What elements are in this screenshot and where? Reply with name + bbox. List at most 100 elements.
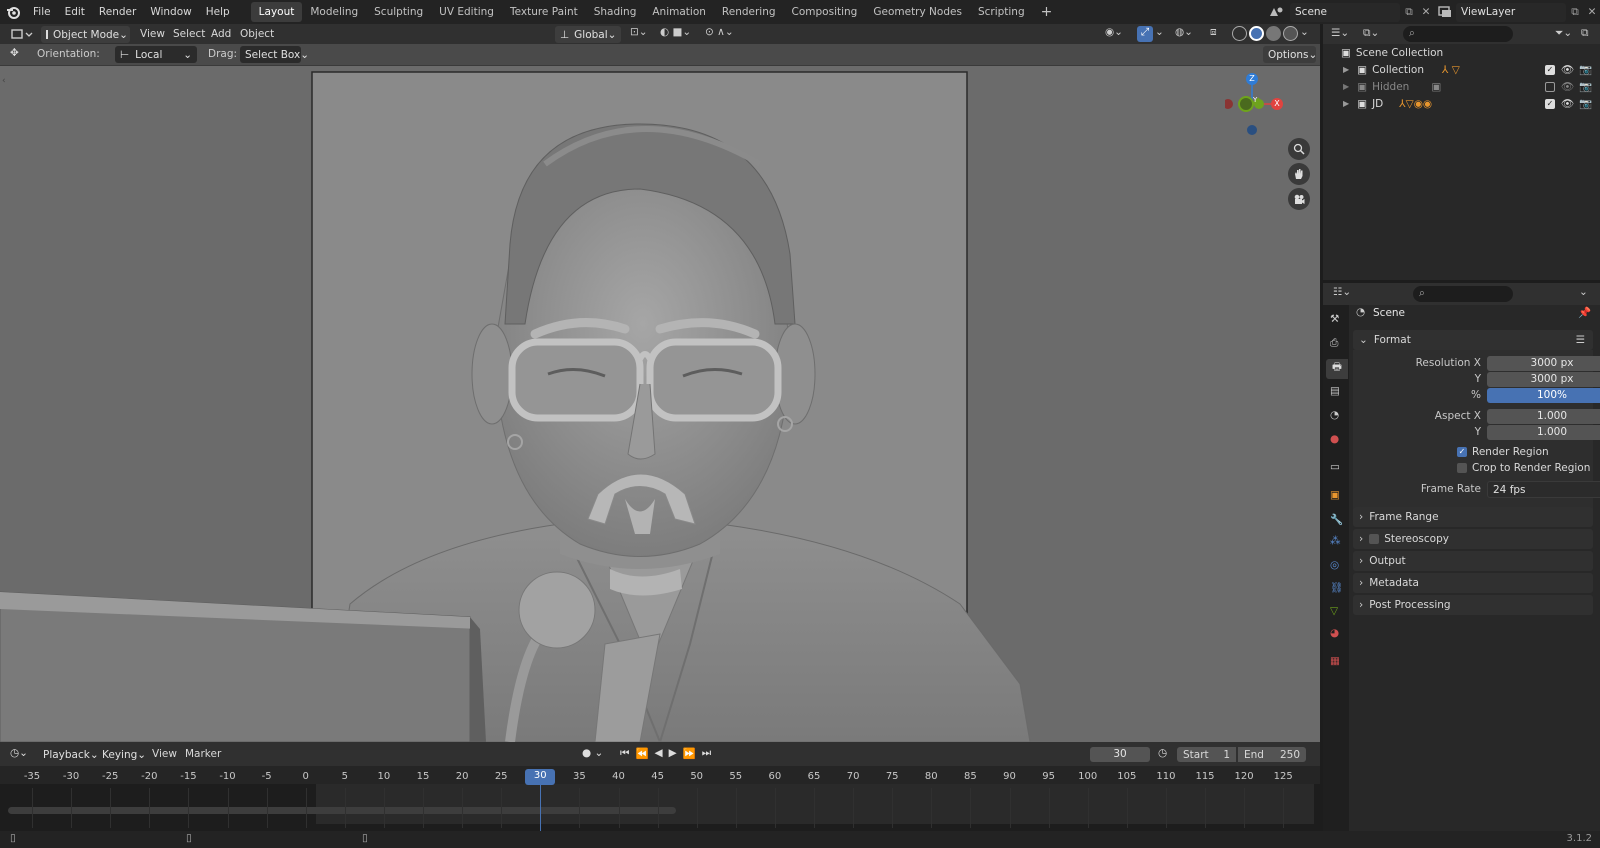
rendered-shading-icon[interactable] <box>1283 26 1298 41</box>
gizmo-x-label[interactable]: X <box>1271 98 1283 110</box>
panel-metadata[interactable]: › Metadata <box>1353 573 1593 593</box>
editor-type-3d-icon[interactable] <box>8 26 36 42</box>
gizmo-z-label[interactable]: Z <box>1246 73 1258 85</box>
outliner-item-collection[interactable]: ▶ ▣ Collection ⅄ ▽ ✓ 👁 📷 <box>1323 61 1600 78</box>
blender-logo-icon[interactable] <box>0 0 26 24</box>
tab-shading[interactable]: Shading <box>586 2 645 22</box>
gizmo-dropdown-icon[interactable]: ⌄ <box>1155 26 1164 38</box>
mode-dropdown[interactable]: Object Mode ⌄ <box>41 26 130 43</box>
panel-output[interactable]: › Output <box>1353 551 1593 571</box>
play-reverse-icon[interactable]: ◀ <box>655 747 663 760</box>
aspect-y-field[interactable]: 1.000 <box>1487 425 1600 440</box>
exclude-checkbox[interactable]: ✓ <box>1545 64 1555 75</box>
menu-add[interactable]: Add <box>211 24 231 44</box>
close-icon[interactable]: ✕ <box>1418 6 1434 18</box>
gizmo-toggle-icon[interactable]: ⤢ <box>1137 26 1153 42</box>
object-tab-icon[interactable]: ▣ <box>1330 489 1340 501</box>
jump-start-icon[interactable]: ⏮ <box>620 747 629 760</box>
render-camera-icon[interactable]: 📷 <box>1579 97 1592 110</box>
tool-tab-icon[interactable]: ⚒ <box>1330 313 1339 325</box>
menu-file[interactable]: File <box>26 0 58 24</box>
stereoscopy-checkbox[interactable] <box>1369 534 1380 544</box>
tab-sculpting[interactable]: Sculpting <box>366 2 431 22</box>
current-frame-field[interactable]: 30 <box>1090 747 1150 762</box>
play-icon[interactable]: ▶ <box>669 747 677 760</box>
proportional-edit-icon[interactable]: ⊙ ∧⌄ <box>705 26 734 38</box>
tab-texture-paint[interactable]: Texture Paint <box>502 2 586 22</box>
display-mode-icon[interactable]: ⧉⌄ <box>1363 27 1379 40</box>
pivot-icon[interactable]: ⊡⌄ <box>630 26 648 38</box>
menu-view[interactable]: View <box>140 24 165 44</box>
collection-tab-icon[interactable]: ▭ <box>1330 461 1340 473</box>
new-collection-icon[interactable]: ⧉ <box>1581 27 1589 40</box>
overlays-icon[interactable]: ◍⌄ <box>1175 26 1193 38</box>
panel-frame-range[interactable]: › Frame Range <box>1353 507 1593 527</box>
shading-dropdown-icon[interactable]: ⌄ <box>1300 26 1309 41</box>
tab-animation[interactable]: Animation <box>644 2 714 22</box>
tab-layout[interactable]: Layout <box>250 2 303 22</box>
menu-render[interactable]: Render <box>92 0 143 24</box>
eye-icon[interactable]: 👁 <box>1561 97 1574 110</box>
orientation-dropdown[interactable]: ⊢ Local ⌄ <box>115 46 197 63</box>
view-layer-selector[interactable]: ViewLayer <box>1456 2 1566 22</box>
render-tab-icon[interactable]: ⎙ <box>1330 337 1338 350</box>
pin-icon[interactable]: 📌 <box>1578 306 1591 319</box>
tab-rendering[interactable]: Rendering <box>714 2 784 22</box>
visibility-icon[interactable]: ◉⌄ <box>1105 26 1123 38</box>
eye-icon[interactable]: 👁 <box>1561 63 1574 76</box>
tab-geometry-nodes[interactable]: Geometry Nodes <box>865 2 970 22</box>
new-view-layer-icon[interactable]: ⧉ <box>1566 6 1584 19</box>
panel-format-header[interactable]: ⌄ Format ☰ <box>1353 330 1593 350</box>
gizmo-y-label[interactable]: Y <box>1253 96 1261 104</box>
exclude-checkbox[interactable]: ✓ <box>1545 98 1555 109</box>
zoom-icon[interactable] <box>1288 138 1310 160</box>
move-tool-icon[interactable]: ✥ <box>10 47 19 59</box>
menu-select[interactable]: Select <box>173 24 205 44</box>
playhead-line[interactable] <box>540 785 542 831</box>
scene-selector[interactable]: Scene <box>1290 2 1400 22</box>
preview-range-icon[interactable]: ◷ <box>1158 747 1167 759</box>
particles-tab-icon[interactable]: ⁂ <box>1330 535 1341 547</box>
outliner-item-jd[interactable]: ▶ ▣ JD ⅄▽◉◉ ✓ 👁 📷 <box>1323 95 1600 112</box>
tab-modeling[interactable]: Modeling <box>302 2 366 22</box>
timeline-view-menu[interactable]: View <box>152 748 177 760</box>
marker-menu[interactable]: Marker <box>185 748 221 760</box>
close-icon[interactable]: ✕ <box>1584 6 1600 18</box>
toolbar-collapse-icon[interactable]: ‹ <box>2 76 6 86</box>
menu-edit[interactable]: Edit <box>58 0 92 24</box>
render-camera-icon[interactable]: 📷 <box>1579 80 1592 93</box>
view-layer-icon[interactable] <box>1434 6 1456 18</box>
drag-dropdown[interactable]: Select Box ⌄ <box>240 46 309 63</box>
filter-icon[interactable]: ⏷⌄ <box>1555 27 1572 40</box>
outliner-search-input[interactable]: ⌕ <box>1403 26 1513 42</box>
material-tab-icon[interactable]: ◕ <box>1330 627 1339 639</box>
panel-stereoscopy[interactable]: › Stereoscopy <box>1353 529 1593 549</box>
timeline-editor-icon[interactable]: ◷⌄ <box>10 747 28 759</box>
resolution-x-field[interactable]: 3000 px <box>1487 356 1600 371</box>
modifier-tab-icon[interactable]: 🔧 <box>1330 513 1343 526</box>
prev-keyframe-icon[interactable]: ⏪ <box>635 747 648 760</box>
transform-orientation-dropdown[interactable]: ⊥ Global ⌄ <box>555 26 621 43</box>
menu-object[interactable]: Object <box>240 24 274 44</box>
navigation-gizmo[interactable]: Z X Y <box>1225 73 1295 144</box>
new-scene-icon[interactable]: ⧉ <box>1400 6 1418 19</box>
output-tab-icon[interactable]: 🖶 <box>1326 359 1348 379</box>
aspect-x-field[interactable]: 1.000 <box>1487 409 1600 424</box>
resolution-y-field[interactable]: 3000 px <box>1487 372 1600 387</box>
record-icon[interactable]: ● ⌄ <box>582 747 603 759</box>
pan-hand-icon[interactable] <box>1288 163 1310 185</box>
end-frame-field[interactable]: End 250 <box>1238 747 1306 762</box>
frame-rate-dropdown[interactable]: 24 fps⌄ <box>1487 481 1600 498</box>
scene-tab-icon[interactable]: ◔ <box>1330 409 1339 421</box>
menu-help[interactable]: Help <box>199 0 237 24</box>
3d-viewport[interactable]: Z X Y ‹ <box>0 24 1320 742</box>
solid-shading-icon[interactable] <box>1249 26 1264 41</box>
render-region-checkbox[interactable]: ✓ Render Region <box>1457 446 1549 458</box>
expand-arrow-icon[interactable]: ▶ <box>1343 82 1349 91</box>
keying-menu[interactable]: Keying ⌄ <box>97 746 146 763</box>
wireframe-shading-icon[interactable] <box>1232 26 1247 41</box>
properties-editor-icon[interactable]: ☷⌄ <box>1333 286 1351 298</box>
playback-menu[interactable]: Playback ⌄ <box>38 746 99 763</box>
panel-post-processing[interactable]: › Post Processing <box>1353 595 1593 615</box>
crop-region-checkbox[interactable]: Crop to Render Region <box>1457 462 1590 474</box>
